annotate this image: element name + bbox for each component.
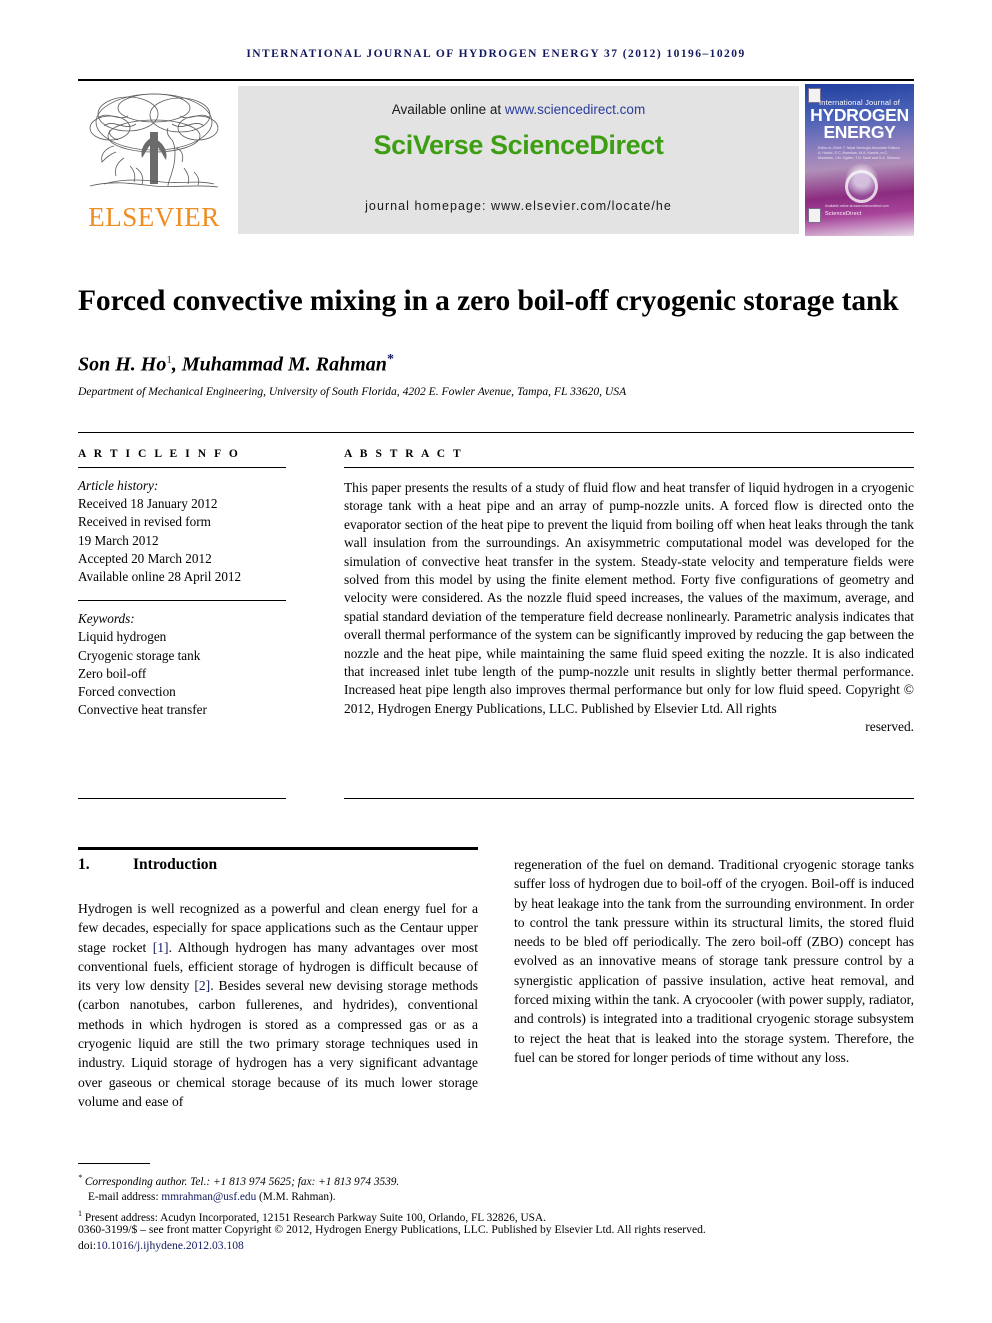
- footnotes-block: * Corresponding author. Tel.: +1 813 974…: [78, 1170, 918, 1226]
- article-info-divider: [78, 467, 286, 468]
- author-list: Son H. Ho1, Muhammad M. Rahman*: [78, 352, 918, 377]
- sciencedirect-url-link[interactable]: www.sciencedirect.com: [505, 102, 645, 117]
- available-online-prefix: Available online at: [391, 102, 505, 117]
- abstract-last-line: reserved.: [865, 719, 914, 735]
- abstract-body: This paper presents the results of a stu…: [344, 479, 914, 737]
- author-2-name: , Muhammad M. Rahman: [171, 353, 387, 376]
- intro-text-part3: . Besides several new devising storage m…: [78, 978, 478, 1109]
- cover-ring-graphic: [845, 170, 878, 203]
- doi-line: doi:10.1016/j.ijhydene.2012.03.108: [78, 1238, 918, 1254]
- header-rule: [78, 79, 914, 81]
- footnote-email: E-mail address: mmrahman@usf.edu (M.M. R…: [78, 1190, 918, 1206]
- email-suffix: (M.M. Rahman).: [256, 1191, 336, 1204]
- keywords-divider: [78, 600, 286, 602]
- keyword-item: Convective heat transfer: [78, 702, 207, 718]
- keywords-block: Keywords: Liquid hydrogen Cryogenic stor…: [78, 610, 286, 719]
- keyword-item: Liquid hydrogen: [78, 629, 167, 645]
- email-link[interactable]: mmrahman@usf.edu: [161, 1191, 256, 1203]
- abstract-divider: [344, 467, 914, 468]
- sciencedirect-banner: Available online at www.sciencedirect.co…: [238, 86, 799, 234]
- history-item: 19 March 2012: [78, 532, 159, 548]
- abstract-column: A B S T R A C T This paper presents the …: [344, 448, 914, 737]
- article-info-column: A R T I C L E I N F O Article history: R…: [78, 448, 286, 719]
- history-item: Accepted 20 March 2012: [78, 550, 212, 566]
- elsevier-wordmark: ELSEVIER: [88, 202, 220, 232]
- elsevier-tree-icon: [89, 93, 219, 188]
- info-section-top-rule: [78, 432, 914, 433]
- corresponding-author-text: Corresponding author. Tel.: +1 813 974 5…: [84, 1175, 400, 1188]
- article-info-heading: A R T I C L E I N F O: [78, 448, 241, 460]
- citation-ref-2[interactable]: [2]: [194, 978, 210, 993]
- keyword-item: Forced convection: [78, 684, 176, 700]
- body-column-right: regeneration of the fuel on demand. Trad…: [514, 857, 914, 1065]
- cover-footer-note: Available online at www.sciencedirect.co…: [825, 204, 889, 208]
- footnote-rule: [78, 1163, 150, 1164]
- journal-cover-thumbnail[interactable]: International Journal of HYDROGEN ENERGY …: [805, 84, 914, 236]
- corresponding-author-mark: *: [78, 1173, 82, 1182]
- abstract-text: This paper presents the results of a stu…: [344, 480, 914, 716]
- keyword-item: Zero boil-off: [78, 665, 147, 681]
- body-column-left: Hydrogen is well recognized as a powerfu…: [78, 899, 478, 1111]
- abstract-heading: A B S T R A C T: [344, 448, 464, 460]
- info-bottom-rule: [78, 798, 286, 799]
- section-title-introduction: Introduction: [133, 856, 218, 873]
- section-top-rule: [78, 847, 478, 850]
- elsevier-logo[interactable]: ELSEVIER: [78, 84, 230, 236]
- author-2-footnote-mark[interactable]: *: [387, 352, 394, 367]
- history-item: Received 18 January 2012: [78, 496, 218, 512]
- doi-label: doi:: [78, 1238, 97, 1252]
- footnote-corresponding-author: * Corresponding author. Tel.: +1 813 974…: [78, 1170, 918, 1190]
- keyword-item: Cryogenic storage tank: [78, 647, 201, 663]
- cover-title-big: HYDROGEN ENERGY: [810, 105, 909, 142]
- doi-link[interactable]: 10.1016/j.ijhydene.2012.03.108: [96, 1239, 244, 1252]
- running-head: International Journal of Hydrogen Energy…: [246, 48, 746, 60]
- available-online-line: Available online at www.sciencedirect.co…: [238, 102, 799, 117]
- keywords-label: Keywords:: [78, 611, 135, 627]
- email-label: E-mail address:: [88, 1191, 162, 1204]
- present-address-mark: 1: [78, 1208, 82, 1218]
- copyright-line: 0360-3199/$ – see front matter Copyright…: [78, 1223, 706, 1236]
- imprint-block: 0360-3199/$ – see front matter Copyright…: [78, 1222, 918, 1254]
- page-title: Forced convective mixing in a zero boil-…: [78, 284, 899, 317]
- cover-editors-text: Editor-in-Chief: T. Nejat Veziroglu Asso…: [818, 146, 901, 161]
- cover-sciencedirect-brand: ScienceDirect: [825, 211, 862, 217]
- sciverse-sciencedirect-wordmark[interactable]: SciVerse ScienceDirect: [238, 130, 799, 161]
- section-number: 1.: [78, 856, 90, 873]
- article-history-block: Article history: Received 18 January 201…: [78, 477, 286, 586]
- journal-masthead: ELSEVIER Available online at www.science…: [78, 84, 914, 236]
- article-first-page: International Journal of Hydrogen Energy…: [0, 0, 992, 1323]
- article-history-label: Article history:: [78, 478, 159, 493]
- cover-badge-bottom-icon: [808, 208, 821, 223]
- citation-ref-1[interactable]: [1]: [153, 940, 169, 955]
- history-item: Received in revised form: [78, 514, 211, 530]
- abstract-bottom-rule: [344, 798, 914, 799]
- journal-homepage-line[interactable]: journal homepage: www.elsevier.com/locat…: [238, 199, 799, 213]
- affiliation: Department of Mechanical Engineering, Un…: [78, 385, 627, 398]
- history-item: Available online 28 April 2012: [78, 569, 242, 585]
- author-1-name: Son H. Ho: [78, 353, 167, 376]
